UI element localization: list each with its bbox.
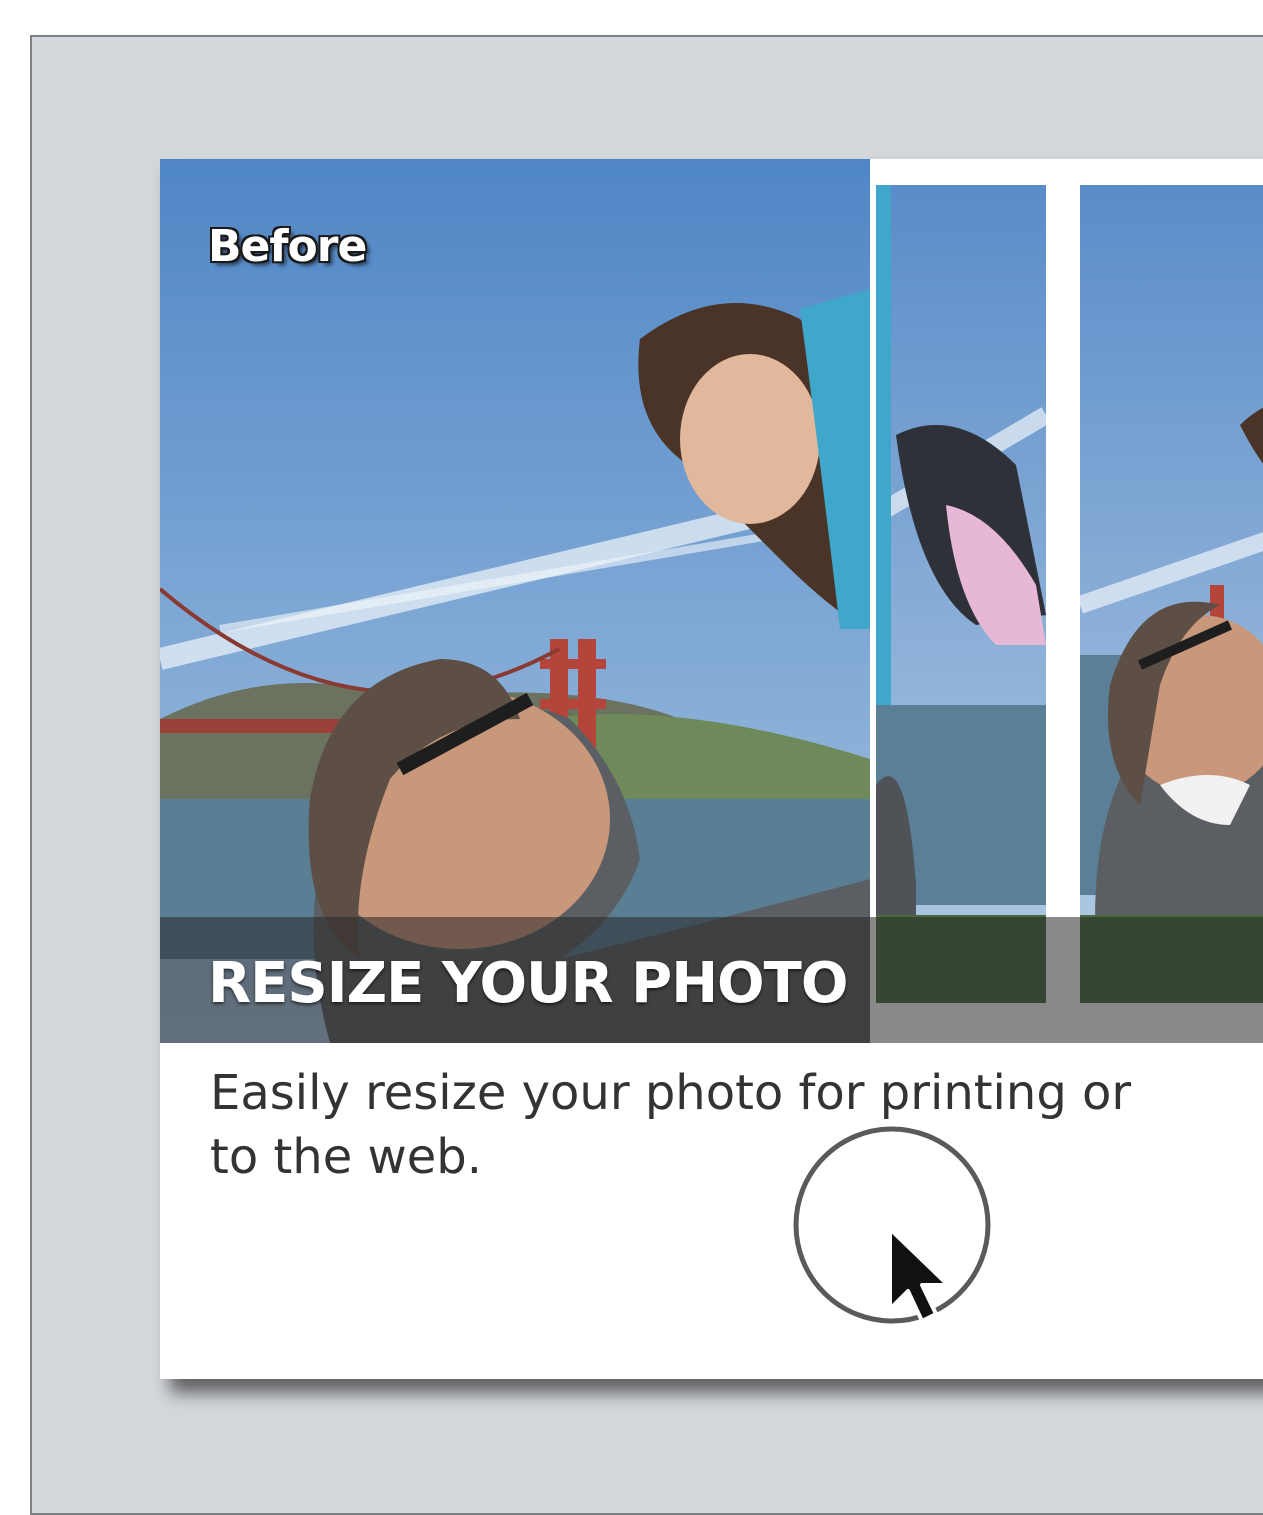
click-ring-icon	[792, 1125, 992, 1325]
workspace-panel: Before RESIZE YOUR PHOTO Easily resize y…	[30, 35, 1263, 1515]
feature-title: RESIZE YOUR PHOTO	[208, 951, 848, 1016]
resize-preview-narrow	[876, 185, 1046, 1003]
before-divider	[870, 159, 876, 1043]
feature-description: Easily resize your photo for printing or…	[210, 1065, 1132, 1185]
feature-card[interactable]: Before RESIZE YOUR PHOTO Easily resize y…	[160, 159, 1263, 1379]
before-label: Before	[208, 221, 367, 272]
before-photo	[160, 159, 870, 1043]
photo-preview: Before RESIZE YOUR PHOTO	[160, 159, 1263, 1043]
resize-preview-wide	[1080, 185, 1263, 1003]
